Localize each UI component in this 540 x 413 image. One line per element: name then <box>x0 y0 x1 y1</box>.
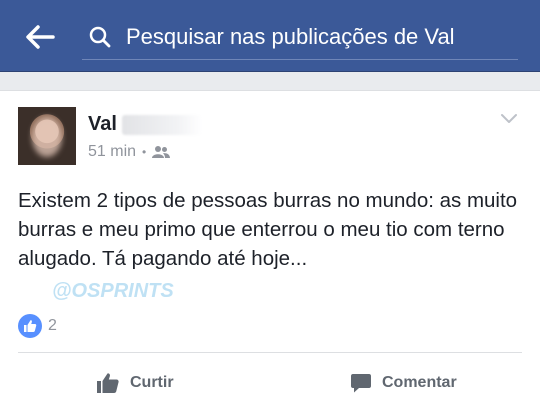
thumbs-up-icon <box>18 314 42 338</box>
comment-label: Comentar <box>382 374 457 391</box>
divider <box>18 352 522 353</box>
avatar[interactable] <box>18 107 76 165</box>
like-label: Curtir <box>130 374 174 391</box>
chevron-down-icon[interactable] <box>498 107 520 129</box>
friends-icon <box>152 146 171 158</box>
thumbs-up-icon <box>97 373 119 393</box>
blurred-surname <box>122 115 202 135</box>
like-button[interactable]: Curtir <box>96 367 174 399</box>
author-name[interactable]: Val <box>88 113 117 136</box>
search-placeholder: Pesquisar nas publicações de Val <box>126 23 455 49</box>
like-count: 2 <box>48 317 57 334</box>
comment-bubble-icon <box>351 374 371 393</box>
reactions-summary[interactable]: 2 <box>18 314 57 338</box>
post-text: Existem 2 tipos de pessoas burras no mun… <box>18 189 518 270</box>
post-card: Val 51 min • Existem 2 tipos de pessoas … <box>0 90 540 413</box>
watermark: @OSPRINTS <box>52 280 174 302</box>
arrow-left-icon <box>26 25 55 49</box>
search-icon <box>88 24 114 50</box>
search-input[interactable]: Pesquisar nas publicações de Val <box>82 14 518 60</box>
post-time[interactable]: 51 min <box>88 143 136 161</box>
post-meta: 51 min • <box>88 143 171 161</box>
top-bar: Pesquisar nas publicações de Val <box>0 0 540 72</box>
comment-button[interactable]: Comentar <box>350 367 457 399</box>
back-button[interactable] <box>22 20 58 54</box>
meta-separator: • <box>142 145 147 159</box>
